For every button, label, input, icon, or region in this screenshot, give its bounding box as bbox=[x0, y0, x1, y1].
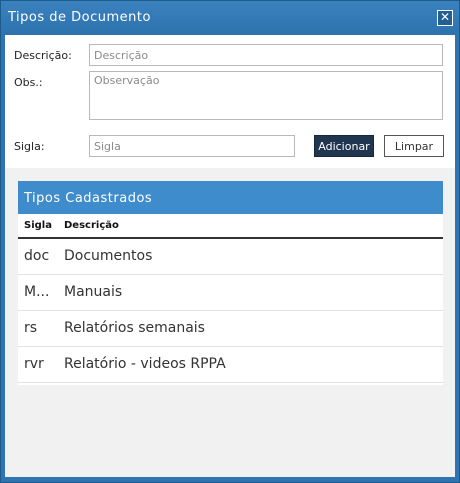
add-button[interactable]: Adicionar bbox=[314, 135, 374, 157]
obs-textarea[interactable] bbox=[89, 71, 443, 120]
row-descricao: Relatórios semanais bbox=[64, 320, 205, 336]
list-title: Tipos Cadastrados bbox=[18, 181, 443, 214]
row-sigla: rs bbox=[24, 320, 38, 336]
dialog-content: Descrição: Obs.: Sigla: Adicionar Limpar… bbox=[5, 35, 455, 477]
row-sigla: doc bbox=[24, 248, 50, 264]
form-panel: Descrição: Obs.: Sigla: Adicionar Limpar bbox=[5, 35, 455, 168]
descricao-label: Descrição: bbox=[14, 49, 72, 62]
table-row[interactable]: M... Manuais bbox=[18, 275, 443, 311]
row-descricao: Relatório - videos RPPA bbox=[64, 356, 226, 372]
row-sigla: M... bbox=[24, 284, 50, 300]
dialog-title: Tipos de Documento bbox=[8, 10, 151, 25]
dialog-window: Tipos de Documento ✕ Descrição: Obs.: Si… bbox=[0, 0, 460, 483]
column-header-descricao[interactable]: Descrição bbox=[64, 220, 119, 231]
obs-label: Obs.: bbox=[14, 76, 43, 89]
clear-button[interactable]: Limpar bbox=[384, 135, 444, 157]
sigla-label: Sigla: bbox=[14, 140, 45, 153]
table-header: Sigla Descrição bbox=[18, 214, 443, 239]
row-sigla: rvr bbox=[24, 356, 44, 372]
table-row[interactable]: doc Documentos bbox=[18, 239, 443, 275]
row-descricao: Manuais bbox=[64, 284, 123, 300]
close-icon[interactable]: ✕ bbox=[437, 10, 453, 26]
title-bar[interactable]: Tipos de Documento ✕ bbox=[1, 1, 459, 35]
row-descricao: Documentos bbox=[64, 248, 153, 264]
sigla-input[interactable] bbox=[89, 135, 295, 157]
descricao-input[interactable] bbox=[89, 44, 443, 66]
column-header-sigla[interactable]: Sigla bbox=[24, 220, 52, 231]
table-row[interactable]: rs Relatórios semanais bbox=[18, 311, 443, 347]
table-row[interactable]: rvr Relatório - videos RPPA bbox=[18, 347, 443, 383]
registered-types-panel: Tipos Cadastrados Sigla Descrição doc Do… bbox=[18, 181, 443, 385]
